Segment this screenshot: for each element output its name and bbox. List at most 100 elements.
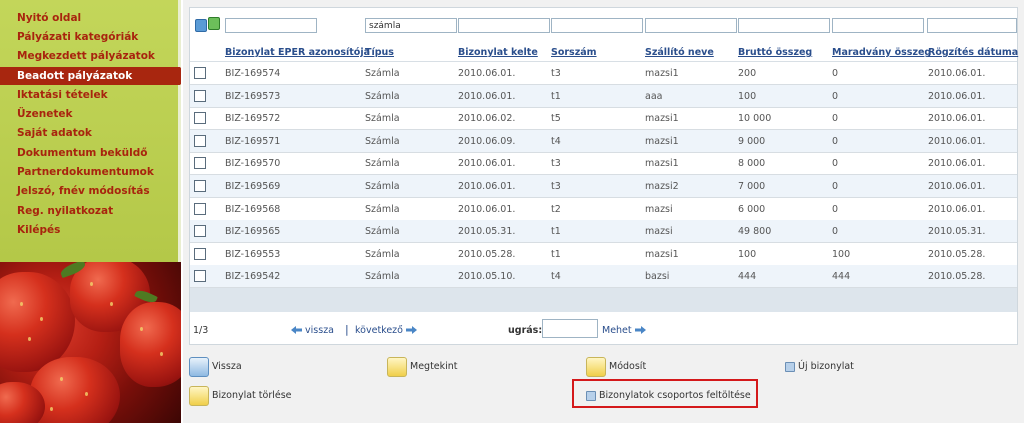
col-gross[interactable]: Bruttó összeg [738,47,812,58]
col-residual[interactable]: Maradvány összeg [832,47,931,58]
row-checkbox[interactable] [194,112,206,125]
col-type[interactable]: Típus [365,47,394,58]
sidebar-item-palyazati-kategoriak[interactable]: Pályázati kategóriák [17,31,138,43]
sidebar-item-kilepes[interactable]: Kilépés [17,224,60,236]
cell-gross: 49 800 [738,226,772,238]
filter-residual[interactable] [832,18,924,33]
cell-eper-id: BIZ-169573 [225,90,281,102]
cell-eper-id: BIZ-169568 [225,203,281,215]
filter-recorded[interactable] [927,18,1017,33]
cell-date: 2010.06.01. [458,68,516,79]
cell-gross: 6 000 [738,203,766,215]
table-row[interactable]: BIZ-169553 Számla 2010.05.28. t1 mazsi1 100 10… [190,243,1017,266]
col-eper-id[interactable]: Bizonylat EPER azonosítója [225,47,370,58]
pencil-icon [586,357,606,377]
sidebar-item-beadott-palyazatok[interactable]: Beadott pályázatok [0,67,181,85]
delete-document-button[interactable]: Bizonylat törlése [189,386,339,408]
table-row[interactable]: BIZ-169571 Számla 2010.06.09. t4 mazsi1 9 000… [190,129,1017,153]
col-serial[interactable]: Sorszám [551,47,597,58]
cell-serial: t1 [551,248,561,260]
col-date[interactable]: Bizonylat kelte [458,47,538,58]
row-checkbox[interactable] [194,134,206,147]
cell-type: Számla [365,226,400,238]
sidebar-item-sajat-adatok[interactable]: Saját adatok [17,127,92,139]
row-checkbox[interactable] [194,247,206,260]
row-checkbox[interactable] [194,270,206,283]
jump-page-input[interactable] [542,319,598,338]
row-checkbox[interactable] [194,180,206,192]
cell-recorded: 2010.05.28. [928,248,986,260]
filter-date[interactable] [458,18,550,33]
new-document-button[interactable]: Új bizonylat [785,357,905,379]
table-row[interactable]: BIZ-169574 Számla 2010.06.01. t3 mazsi1 200 0 2… [190,62,1017,85]
table-row[interactable]: BIZ-169569 Számla 2010.06.01. t3 mazsi2 7 000… [190,175,1017,198]
table-row[interactable]: BIZ-169570 Számla 2010.06.01. t3 mazsi1 8 000… [190,152,1017,176]
row-checkbox[interactable] [194,202,206,215]
table-footer-band [190,288,1017,312]
sidebar-item-uzenetek[interactable]: Üzenetek [17,108,72,120]
back-button[interactable]: Vissza [189,357,309,379]
cell-residual: 0 [832,203,839,215]
row-checkbox[interactable] [194,89,206,102]
col-recorded[interactable]: Rögzítés dátuma [928,47,1018,58]
sidebar-item-partnerdokumentumok[interactable]: Partnerdokumentumok [17,166,154,178]
cell-type: Számla [365,90,400,102]
edit-button[interactable]: Módosít [586,357,706,379]
cell-serial: t3 [551,68,561,79]
cell-recorded: 2010.06.01. [928,181,986,192]
sidebar-item-iktatasi-tetelek[interactable]: Iktatási tételek [17,89,108,101]
next-page-link[interactable]: következő [355,325,418,336]
sidebar-item-reg-nyilatkozat[interactable]: Reg. nyilatkozat [17,205,113,217]
strawberry-image [0,262,181,423]
col-supplier[interactable]: Szállító neve [645,47,714,58]
pager: 1/3 vissza | következő ugrás: Mehet [190,312,1017,344]
cell-type: Számla [365,113,400,125]
back-arrow-icon [189,357,209,377]
cell-date: 2010.06.01. [458,158,516,170]
document-icon [785,362,795,372]
cell-gross: 10 000 [738,113,772,125]
cell-recorded: 2010.06.01. [928,135,986,147]
cell-recorded: 2010.06.01. [928,113,986,125]
cell-eper-id: BIZ-169571 [225,135,281,147]
filter-type[interactable] [365,18,457,33]
cell-gross: 7 000 [738,181,766,192]
sidebar-item-jelszo-modositas[interactable]: Jelszó, fnév módosítás [17,185,150,197]
filter-supplier[interactable] [645,18,737,33]
cell-supplier: mazsi [645,203,673,215]
excel-export-icon[interactable] [208,17,220,30]
cell-recorded: 2010.06.01. [928,158,986,170]
cell-type: Számla [365,68,400,79]
cell-serial: t1 [551,90,561,102]
filter-gross[interactable] [738,18,830,33]
go-button[interactable]: Mehet [602,325,646,336]
table-row[interactable]: BIZ-169542 Számla 2010.05.10. t4 bazsi 444 444… [190,265,1017,289]
table-row[interactable]: BIZ-169565 Számla 2010.05.31. t1 mazsi 49 800… [190,220,1017,244]
sidebar-item-megkezdett-palyazatok[interactable]: Megkezdett pályázatok [17,50,155,62]
cell-residual: 0 [832,226,839,238]
sidebar-item-dokumentum-bekuldo[interactable]: Dokumentum beküldő [17,147,147,159]
jump-label: ugrás: [508,325,543,336]
refresh-icon[interactable] [195,19,207,32]
table-row[interactable]: BIZ-169573 Számla 2010.06.01. t1 aaa 100 0 2010… [190,84,1017,108]
cell-residual: 0 [832,90,839,102]
table-row[interactable]: BIZ-169568 Számla 2010.06.01. t2 mazsi 6 000 0… [190,198,1017,221]
cell-residual: 0 [832,68,839,79]
page-info: 1/3 [193,325,209,336]
table-row[interactable]: BIZ-169572 Számla 2010.06.02. t5 mazsi1 10 00… [190,107,1017,131]
cell-recorded: 2010.05.28. [928,271,986,283]
row-checkbox[interactable] [194,157,206,170]
arrow-left-icon [291,326,302,334]
cell-type: Számla [365,248,400,260]
cell-supplier: mazsi1 [645,135,679,147]
sidebar-item-nyito-oldal[interactable]: Nyitó oldal [17,12,81,24]
view-button[interactable]: Megtekint [387,357,507,379]
prev-page-link[interactable]: vissza [291,325,334,336]
cell-residual: 0 [832,158,839,170]
cell-serial: t4 [551,271,561,283]
row-checkbox[interactable] [194,67,206,79]
row-checkbox[interactable] [194,225,206,238]
edit-label: Módosít [609,361,647,372]
filter-serial[interactable] [551,18,643,33]
filter-eper-id[interactable] [225,18,317,33]
